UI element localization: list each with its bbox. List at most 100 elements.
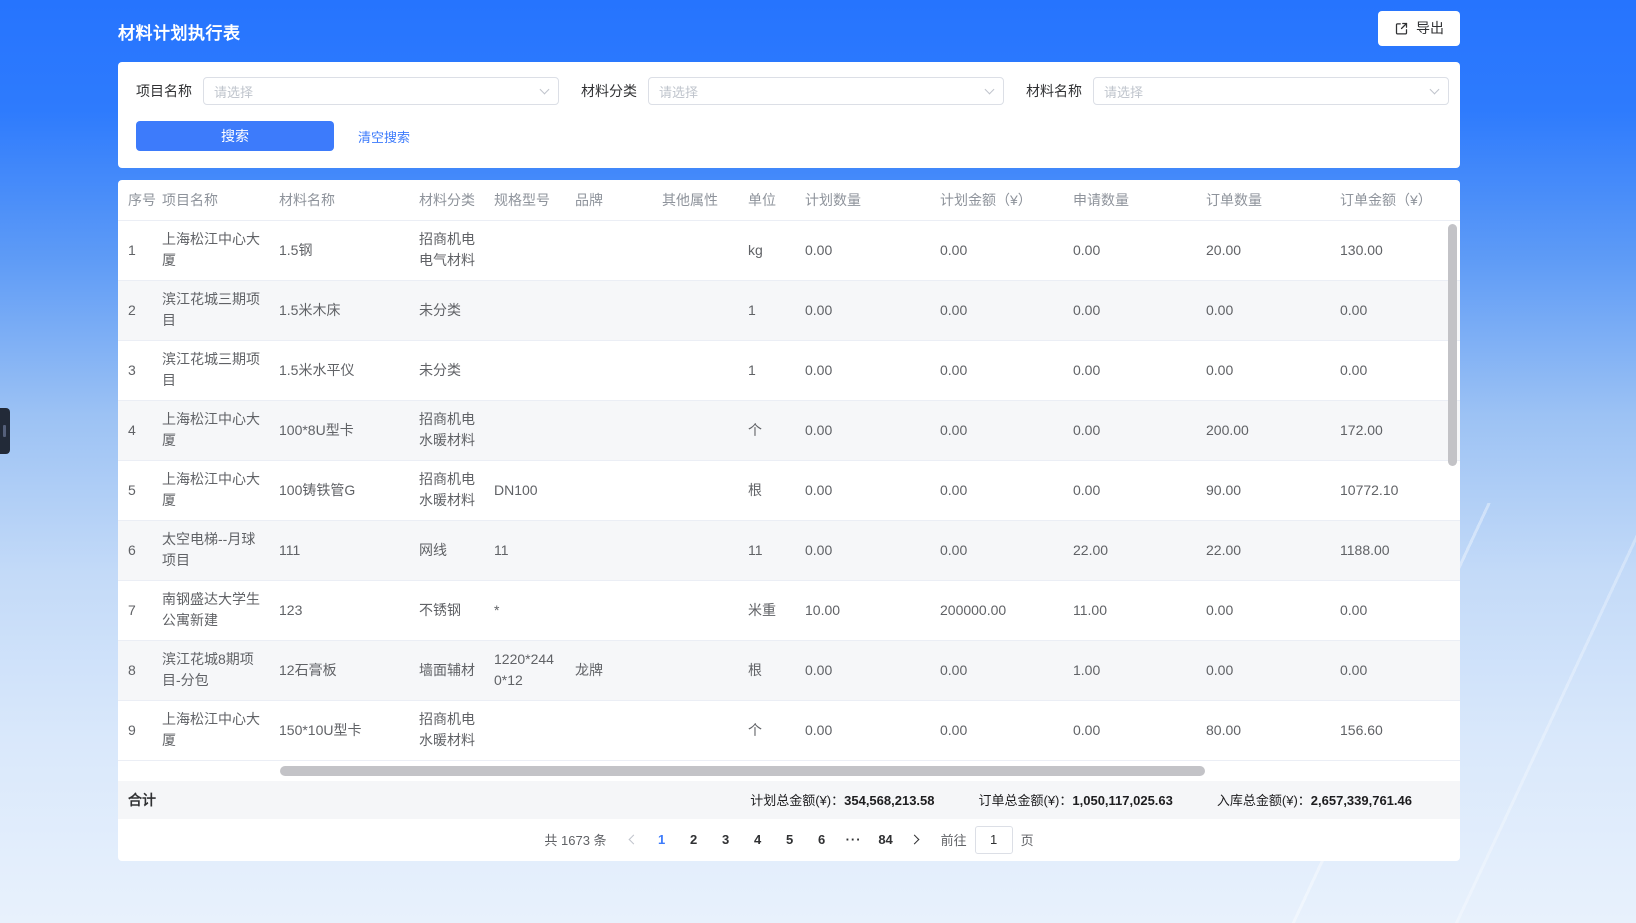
table-cell: 7 [118,580,162,640]
table-cell: 90.00 [1206,460,1340,520]
chevron-left-icon [628,835,638,845]
filter-field-material: 材料名称 请选择 [1026,77,1449,105]
table-cell: 上海松江中心大厦 [162,460,279,520]
table-cell: 0.00 [940,400,1073,460]
table-cell [575,400,662,460]
table-cell: 上海松江中心大厦 [162,220,279,280]
pagination-page-2[interactable]: 2 [680,826,708,854]
sidebar-toggle-handle[interactable] [0,408,10,454]
export-button[interactable]: 导出 [1378,11,1460,46]
pagination-ellipsis[interactable]: ··· [840,826,868,854]
table-row[interactable]: 5上海松江中心大厦100铸铁管G招商机电水暖材料DN100根0.000.000.… [118,460,1460,520]
table-cell: 0.00 [1340,280,1460,340]
horizontal-scrollbar[interactable] [280,766,1205,776]
table-cell: 80.00 [1206,700,1340,760]
column-header: 其他属性 [662,180,748,220]
table-row[interactable]: 9上海松江中心大厦150*10U型卡招商机电水暖材料个0.000.000.008… [118,700,1460,760]
pagination-page-6[interactable]: 6 [808,826,836,854]
table-cell [662,700,748,760]
table-cell: kg [748,220,805,280]
goto-page-input[interactable] [975,826,1013,854]
summary-row: 合计 计划总金额(¥)：354,568,213.58 订单总金额(¥)：1,05… [118,781,1460,819]
table-row[interactable]: 1上海松江中心大厦1.5钢招商机电电气材料kg0.000.000.0020.00… [118,220,1460,280]
material-name-placeholder: 请选择 [1104,82,1143,101]
table-cell: 0.00 [805,640,940,700]
table-cell: 招商机电水暖材料 [419,700,494,760]
column-header: 规格型号 [494,180,575,220]
table-cell: 招商机电电气材料 [419,220,494,280]
table-cell: 滨江花城三期项目 [162,340,279,400]
table-cell: 0.00 [805,340,940,400]
pagination-page-1[interactable]: 1 [648,826,676,854]
vertical-scrollbar[interactable] [1448,224,1457,466]
column-header: 项目名称 [162,180,279,220]
table-cell: 1 [748,280,805,340]
table-cell: 156.60 [1340,700,1460,760]
table-row[interactable]: 3滨江花城三期项目1.5米水平仪未分类10.000.000.000.000.00 [118,340,1460,400]
material-name-select[interactable]: 请选择 [1093,77,1449,105]
table-cell: 11 [748,520,805,580]
table-cell: 1.5钢 [279,220,419,280]
filter-row: 项目名称 请选择 材料分类 请选择 材料名称 请选择 [136,77,1442,105]
pagination: 共 1673 条 123456···84 前往 页 [118,819,1460,861]
pagination-prev-button[interactable] [621,826,646,854]
table-cell: 0.00 [805,520,940,580]
table-cell: 100铸铁管G [279,460,419,520]
table-row[interactable]: 6太空电梯--月球项目111网线11110.000.0022.0022.0011… [118,520,1460,580]
goto-label: 前往 [941,830,967,849]
table-cell: 网线 [419,520,494,580]
table-cell: 个 [748,400,805,460]
table-cell [494,400,575,460]
page-suffix-label: 页 [1021,830,1034,849]
summary-total-label: 合计 [128,790,156,810]
table-cell: 0.00 [940,340,1073,400]
page-title: 材料计划执行表 [118,19,241,44]
table-cell: 上海松江中心大厦 [162,700,279,760]
table-row[interactable]: 2滨江花城三期项目1.5米木床未分类10.000.000.000.000.00 [118,280,1460,340]
table-cell: 10.00 [805,580,940,640]
table-cell: 招商机电水暖材料 [419,400,494,460]
search-button[interactable]: 搜索 [136,121,334,151]
material-category-select[interactable]: 请选择 [648,77,1004,105]
table-cell: 1.5米水平仪 [279,340,419,400]
material-category-label: 材料分类 [581,81,637,101]
table-row[interactable]: 8滨江花城8期项目-分包12石膏板墙面辅材1220*2440*12龙牌根0.00… [118,640,1460,700]
table-cell: 11 [494,520,575,580]
table-cell: 未分类 [419,340,494,400]
table-cell: 100*8U型卡 [279,400,419,460]
inbound-total-amount: 入库总金额(¥)：2,657,339,761.46 [1217,790,1412,809]
table-cell: 招商机电水暖材料 [419,460,494,520]
table-cell [494,340,575,400]
pagination-page-4[interactable]: 4 [744,826,772,854]
chevron-down-icon [1430,85,1440,95]
pagination-page-5[interactable]: 5 [776,826,804,854]
table-cell: 不锈钢 [419,580,494,640]
project-name-label: 项目名称 [136,81,192,101]
page-background: 材料计划执行表 导出 项目名称 请选择 [0,0,1636,923]
table-cell: 1188.00 [1340,520,1460,580]
table-cell [575,700,662,760]
table-cell: 0.00 [805,220,940,280]
table-row[interactable]: 4上海松江中心大厦100*8U型卡招商机电水暖材料个0.000.000.0020… [118,400,1460,460]
table-row[interactable]: 7南钢盛达大学生公寓新建123不锈钢*米重10.00200000.0011.00… [118,580,1460,640]
column-header: 单位 [748,180,805,220]
table-cell: 3 [118,340,162,400]
pagination-page-3[interactable]: 3 [712,826,740,854]
table-cell: DN100 [494,460,575,520]
table-cell: 111 [279,520,419,580]
table-cell: 0.00 [1073,280,1206,340]
table-cell [662,220,748,280]
pagination-next-button[interactable] [902,826,927,854]
project-name-select[interactable]: 请选择 [203,77,559,105]
table-cell: 200000.00 [940,580,1073,640]
table-cell: 172.00 [1340,400,1460,460]
filter-actions: 搜索 清空搜索 [136,121,1442,151]
pagination-page-84[interactable]: 84 [872,826,900,854]
table-cell [575,220,662,280]
table-cell: 0.00 [940,520,1073,580]
clear-search-link[interactable]: 清空搜索 [358,127,410,146]
table-cell: 0.00 [940,220,1073,280]
table-cell: 0.00 [1073,220,1206,280]
content-column: 材料计划执行表 导出 项目名称 请选择 [118,0,1460,861]
table-cell: 米重 [748,580,805,640]
